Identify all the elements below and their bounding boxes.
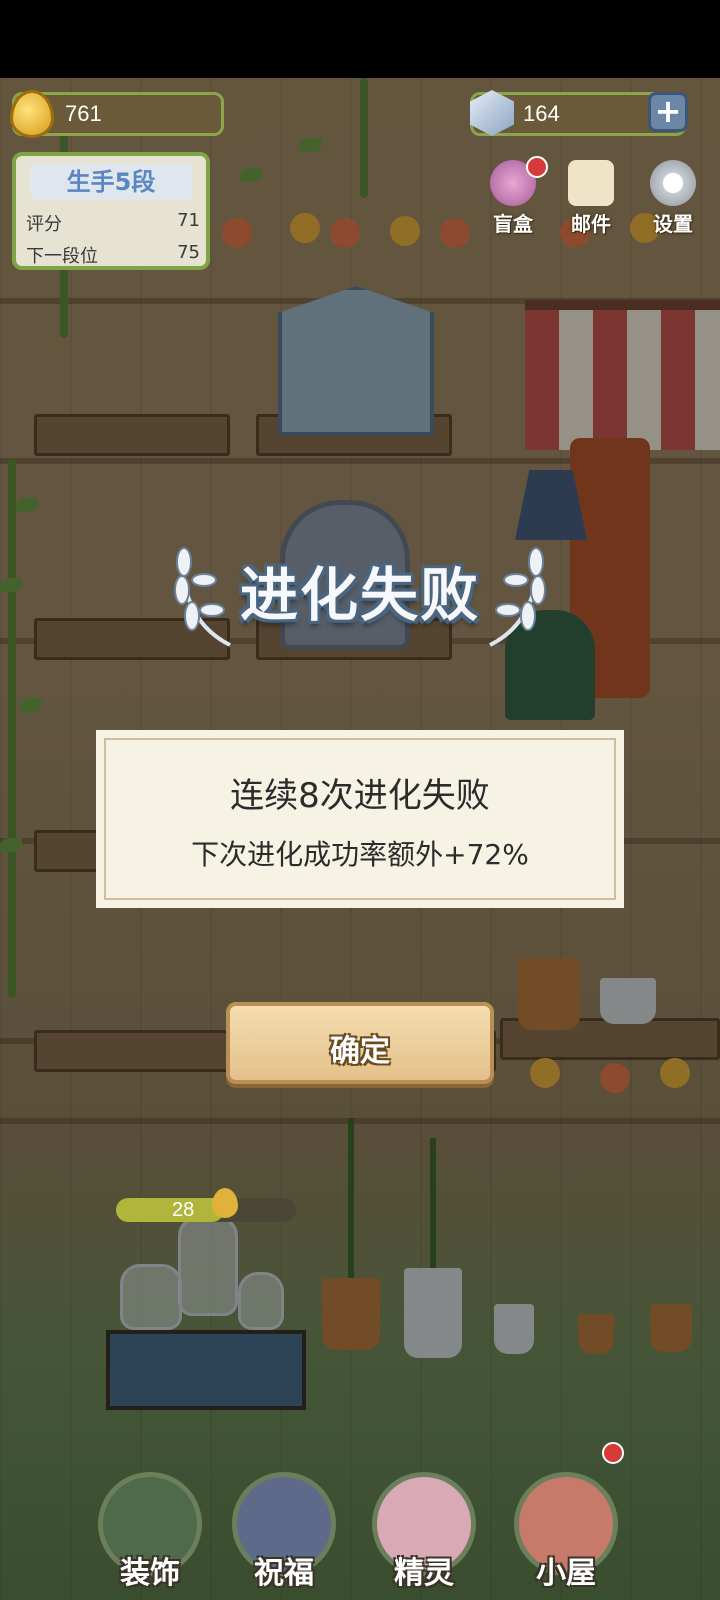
next-rank-row: 下一段位 75 bbox=[26, 242, 202, 268]
mail-label: 邮件 bbox=[571, 212, 611, 236]
banner-title: 进化失败 bbox=[239, 561, 480, 629]
settings-button[interactable]: 设置 bbox=[642, 160, 704, 237]
gem-value: 164 bbox=[523, 101, 560, 126]
result-dialog: 连续8次进化失败 下次进化成功率额外+72% bbox=[96, 730, 624, 908]
nav-decorate-label: 装饰 bbox=[120, 1556, 180, 1591]
evolution-failed-banner: 进化失败 bbox=[170, 530, 550, 660]
gear-icon bbox=[650, 160, 696, 206]
nav-cottage[interactable]: 小屋 bbox=[506, 1452, 626, 1592]
settings-label: 设置 bbox=[653, 212, 693, 236]
laurel-right-icon bbox=[489, 547, 546, 647]
score-value: 71 bbox=[177, 210, 200, 231]
progress-value: 28 bbox=[172, 1199, 195, 1221]
nav-cottage-label: 小屋 bbox=[536, 1556, 596, 1591]
notification-dot bbox=[526, 156, 548, 178]
rank-title: 生手5段 bbox=[30, 164, 192, 200]
score-label: 评分 bbox=[26, 214, 62, 235]
mail-button[interactable]: 邮件 bbox=[560, 160, 622, 237]
growth-progress-bar: 28 bbox=[116, 1198, 296, 1222]
dialog-border bbox=[104, 738, 616, 900]
rank-panel[interactable]: 生手5段 评分 71 下一段位 75 bbox=[12, 152, 210, 270]
fail-count-text: 连续8次进化失败 bbox=[230, 776, 490, 816]
next-rank-value: 75 bbox=[177, 242, 200, 263]
confirm-label: 确定 bbox=[330, 1034, 390, 1069]
status-bar bbox=[0, 0, 720, 78]
nav-decorate[interactable]: 装饰 bbox=[90, 1452, 210, 1592]
nav-fairy-label: 精灵 bbox=[394, 1556, 454, 1591]
score-row: 评分 71 bbox=[26, 210, 202, 236]
add-gems-button[interactable]: + bbox=[648, 92, 688, 132]
bottom-nav: 装饰 祝福 精灵 小屋 bbox=[0, 1440, 720, 1600]
bonus-rate-text: 下次进化成功率额外+72% bbox=[191, 838, 529, 871]
nav-fairy[interactable]: 精灵 bbox=[364, 1452, 484, 1592]
confirm-button[interactable]: 确定 bbox=[226, 1002, 494, 1084]
coin-value: 761 bbox=[65, 101, 102, 126]
blind-box-label: 盲盒 bbox=[493, 212, 533, 236]
notification-dot bbox=[602, 1442, 624, 1464]
progress-fill bbox=[116, 1198, 224, 1222]
water-drop-icon bbox=[212, 1188, 238, 1218]
mail-icon bbox=[568, 160, 614, 206]
nav-blessing-label: 祝福 bbox=[254, 1556, 314, 1591]
next-rank-label: 下一段位 bbox=[26, 246, 98, 267]
nav-blessing[interactable]: 祝福 bbox=[224, 1452, 344, 1592]
